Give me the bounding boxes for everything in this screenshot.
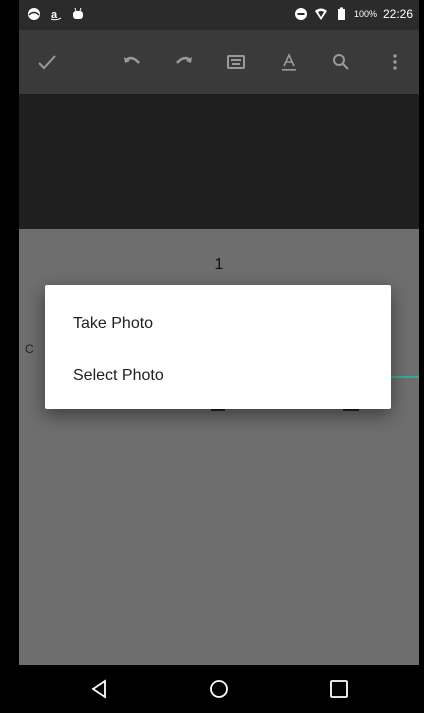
status-bar: a 100% 22:26 [19,0,419,30]
browser-icon [27,7,41,21]
editor-toolbar [19,30,419,94]
check-icon[interactable] [35,50,59,74]
redo-icon[interactable] [172,50,196,74]
wifi-icon [314,7,328,21]
more-vert-icon[interactable] [383,50,407,74]
app-screen: a 100% 22:26 1 C Take Photo Select Photo [19,0,419,713]
page-number: 1 [214,256,224,273]
navigation-bar [19,665,419,713]
battery-icon [334,7,348,21]
keyboard-icon[interactable] [224,50,248,74]
photo-options-dialog: Take Photo Select Photo [45,285,391,409]
amazon-icon: a [49,7,63,21]
select-photo-option[interactable]: Select Photo [73,367,164,385]
undo-icon[interactable] [120,50,144,74]
android-icon [71,7,85,21]
partial-text: C [25,342,34,356]
search-icon[interactable] [329,50,353,74]
dnd-icon [294,7,308,21]
home-icon[interactable] [207,677,231,701]
back-icon[interactable] [87,677,111,701]
recents-icon[interactable] [327,677,351,701]
page-header-band [19,94,419,229]
take-photo-option[interactable]: Take Photo [73,315,153,333]
clock: 22:26 [382,7,413,21]
text-format-icon[interactable] [277,50,301,74]
battery-percent: 100% [353,9,377,19]
